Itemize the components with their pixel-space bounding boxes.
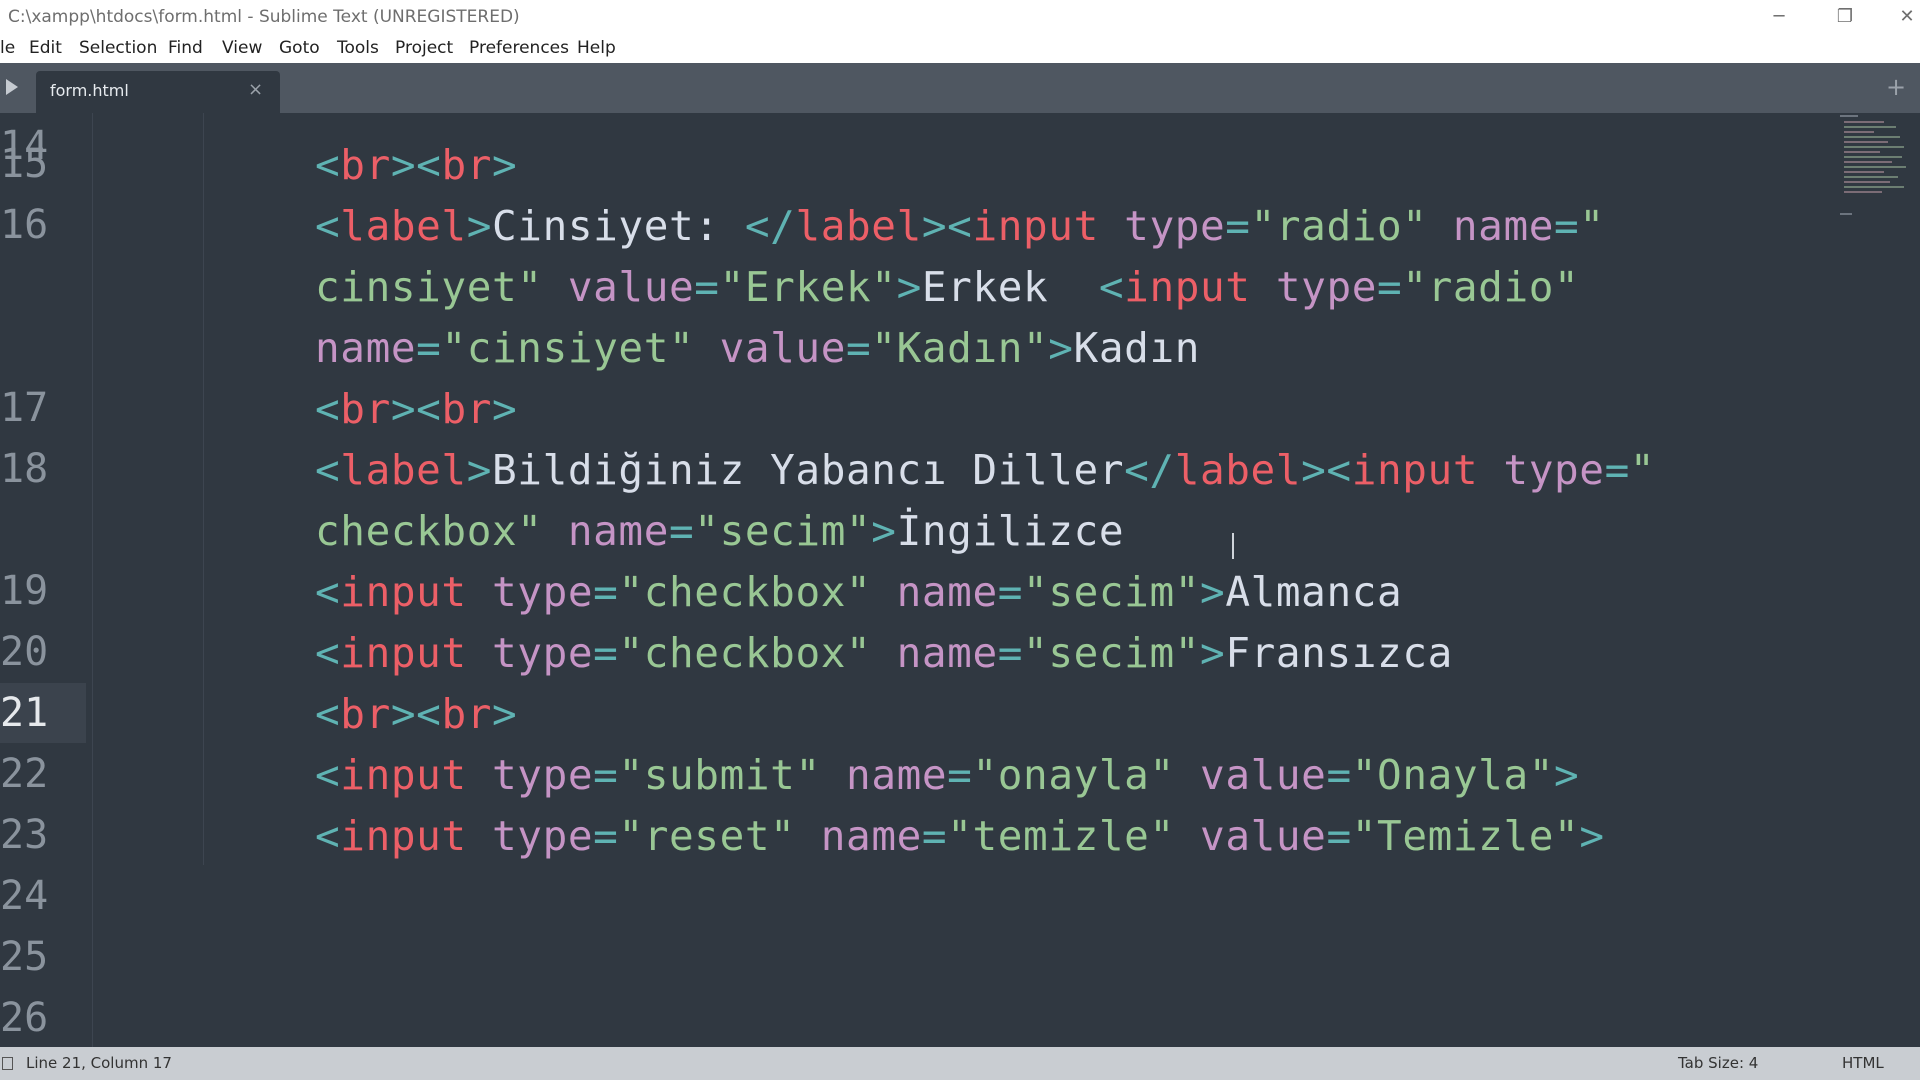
menu-tools[interactable]: Tools	[337, 38, 379, 58]
restore-icon[interactable]: ❐	[1818, 2, 1872, 32]
indent-guide	[92, 113, 93, 1047]
code-editor[interactable]: 14 15 16 17 18 19 20 21 22 23 24 25 26 <…	[0, 113, 1920, 1047]
indent-guide	[203, 113, 204, 865]
tab-size-selector[interactable]: Tab Size: 4	[1678, 1054, 1758, 1072]
window-title: C:\xampp\htdocs\form.html - Sublime Text…	[8, 7, 520, 27]
menu-edit[interactable]: Edit	[29, 38, 62, 58]
menu-help[interactable]: Help	[577, 38, 616, 58]
menu-bar: le Edit Selection Find View Goto Tools P…	[0, 34, 1920, 63]
tab-label: form.html	[50, 81, 129, 100]
line-number: 26	[0, 995, 49, 1041]
tab-close-icon[interactable]: ×	[248, 79, 263, 100]
line-number: 15	[0, 141, 49, 187]
new-tab-icon[interactable]: +	[1886, 73, 1906, 101]
tab-bar: form.html × +	[0, 63, 1920, 113]
line-number: 18	[0, 446, 49, 492]
status-bar: Line 21, Column 17 Tab Size: 4 HTML	[0, 1047, 1920, 1080]
code-line: <label>Cinsiyet: </label><input type="ra…	[315, 202, 1605, 250]
menu-goto[interactable]: Goto	[279, 38, 320, 58]
tab-form-html[interactable]: form.html ×	[36, 71, 280, 113]
line-number-current: 21	[0, 690, 49, 736]
menu-project[interactable]: Project	[395, 38, 453, 58]
code-line: <input type="submit" name="onayla" value…	[315, 751, 1580, 799]
code-line: <input type="reset" name="temizle" value…	[315, 812, 1605, 860]
menu-find[interactable]: Find	[168, 38, 203, 58]
title-bar: C:\xampp\htdocs\form.html - Sublime Text…	[0, 0, 1920, 34]
menu-selection[interactable]: Selection	[79, 38, 157, 58]
line-number: 20	[0, 629, 49, 675]
panel-toggle-icon[interactable]	[2, 1057, 13, 1070]
line-number: 23	[0, 812, 49, 858]
line-number: 16	[0, 202, 49, 248]
code-line-wrap: name="cinsiyet" value="Kadın">Kadın	[315, 324, 1201, 372]
code-line-wrap: checkbox" name="secim">İngilizce	[315, 507, 1125, 555]
line-number: 19	[0, 568, 49, 614]
code-line: <br><br>	[315, 141, 518, 189]
code-line-current: <br><br>	[315, 690, 518, 738]
line-number: 17	[0, 385, 49, 431]
minimize-icon[interactable]: ─	[1752, 2, 1806, 32]
close-window-icon[interactable]: ✕	[1880, 2, 1920, 32]
sidebar-toggle-icon[interactable]	[6, 79, 18, 95]
code-line: <label>Bildiğiniz Yabancı Diller</label>…	[315, 446, 1656, 494]
code-line-wrap: cinsiyet" value="Erkek">Erkek <input typ…	[315, 263, 1580, 311]
minimap[interactable]	[1836, 113, 1920, 233]
code-line: <input type="checkbox" name="secim">Fran…	[315, 629, 1453, 677]
mouse-cursor-icon	[1232, 533, 1234, 559]
line-number: 24	[0, 873, 49, 919]
menu-preferences[interactable]: Preferences	[469, 38, 569, 58]
cursor-position: Line 21, Column 17	[26, 1054, 172, 1072]
line-number: 22	[0, 751, 49, 797]
menu-file[interactable]: le	[0, 38, 15, 58]
code-line: <br><br>	[315, 385, 518, 433]
line-number: 25	[0, 934, 49, 980]
menu-view[interactable]: View	[222, 38, 262, 58]
syntax-selector[interactable]: HTML	[1842, 1054, 1884, 1072]
code-line: <input type="checkbox" name="secim">Alma…	[315, 568, 1403, 616]
